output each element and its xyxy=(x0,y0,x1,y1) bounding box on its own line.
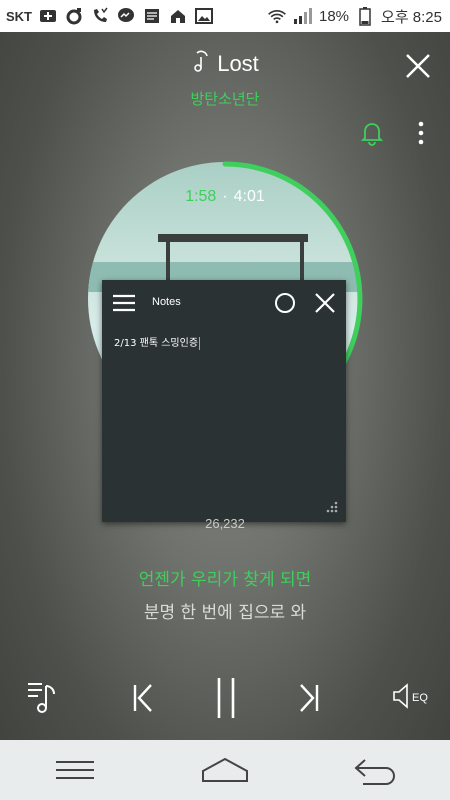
close-icon[interactable] xyxy=(404,52,432,80)
playlist-icon[interactable] xyxy=(22,672,66,724)
back-icon[interactable] xyxy=(345,750,405,790)
circle-icon[interactable] xyxy=(274,292,296,314)
lyric-current[interactable]: 언젠가 우리가 찾게 되면 xyxy=(0,565,450,590)
close-icon[interactable] xyxy=(314,292,336,314)
usb-icon xyxy=(38,6,58,26)
notes-window[interactable]: Notes 2/13 팬톡 스밍인증 xyxy=(102,280,346,522)
time-total: 4:01 xyxy=(233,188,265,205)
notes-title: Notes xyxy=(152,296,181,308)
player-header: Lost 방탄소년단 xyxy=(0,40,450,146)
navigation-bar xyxy=(0,740,450,800)
messenger-icon xyxy=(116,6,136,26)
home-icon xyxy=(168,6,188,26)
next-track-icon[interactable] xyxy=(288,672,332,724)
status-right: 18% 오후 8:25 xyxy=(267,6,450,27)
menu-icon[interactable] xyxy=(45,750,105,790)
image-icon xyxy=(194,6,214,26)
wifi-icon xyxy=(267,6,287,26)
previous-track-icon[interactable] xyxy=(120,672,164,724)
clock: 오후 8:25 xyxy=(381,8,442,26)
pause-icon[interactable] xyxy=(204,672,248,724)
menu-icon[interactable] xyxy=(112,294,136,312)
time-separator: · xyxy=(222,188,228,205)
notes-titlebar[interactable]: Notes xyxy=(102,280,346,326)
status-bar: SKT 18% 오후 8:25 xyxy=(0,0,450,32)
speaker-icon xyxy=(390,682,412,714)
battery-percent: 18% xyxy=(319,7,350,25)
bell-icon[interactable] xyxy=(360,120,384,146)
time-display: 1:58 · 4:01 xyxy=(0,188,450,206)
signal-icon xyxy=(293,6,313,26)
battery-icon xyxy=(355,6,375,26)
song-title-text: Lost xyxy=(217,51,259,76)
notes-text: 2/13 팬톡 스밍인증 xyxy=(114,338,199,349)
resize-handle-icon[interactable] xyxy=(324,500,338,514)
eq-button[interactable]: EQ xyxy=(384,672,434,724)
time-current: 1:58 xyxy=(185,188,217,205)
music-note-icon xyxy=(191,50,211,78)
playback-controls: EQ xyxy=(0,672,450,724)
notes-text-area[interactable]: 2/13 팬톡 스밍인증 xyxy=(114,334,201,350)
home-icon[interactable] xyxy=(195,750,255,790)
news-icon xyxy=(142,6,162,26)
song-title: Lost xyxy=(0,50,450,78)
lyric-next[interactable]: 분명 한 번에 집으로 와 xyxy=(0,598,450,623)
text-cursor xyxy=(199,336,201,350)
sync-icon xyxy=(64,6,84,26)
carrier-label: SKT xyxy=(6,8,32,24)
more-options-icon[interactable] xyxy=(416,120,426,146)
artist-name[interactable]: 방탄소년단 xyxy=(0,88,450,109)
like-count: 26,232 xyxy=(205,516,245,531)
missed-call-icon xyxy=(90,6,110,26)
status-left: SKT xyxy=(0,6,214,26)
eq-label: EQ xyxy=(412,692,428,704)
